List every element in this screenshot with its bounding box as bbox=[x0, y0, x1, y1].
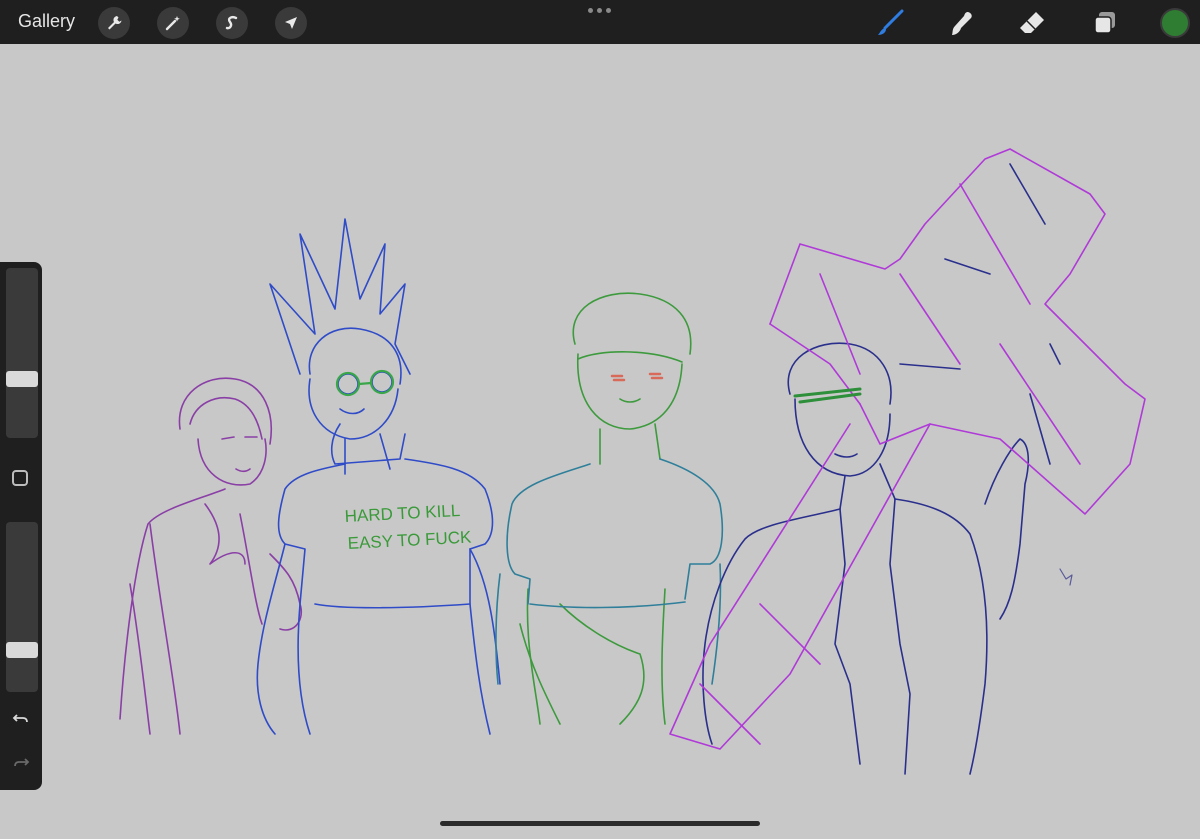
color-picker-button[interactable] bbox=[1160, 8, 1190, 38]
brush-sidebar bbox=[0, 262, 42, 790]
selection-s-icon bbox=[225, 16, 238, 30]
transform-button[interactable] bbox=[275, 7, 307, 39]
sketch-artwork: HARD TO KILL EASY TO FUCK bbox=[119, 148, 1146, 775]
actions-button[interactable] bbox=[98, 7, 130, 39]
redo-button[interactable] bbox=[8, 750, 34, 776]
drawing-canvas[interactable]: HARD TO KILL EASY TO FUCK bbox=[0, 44, 1200, 834]
sketch-cross-details bbox=[899, 163, 1061, 465]
magic-wand-icon bbox=[165, 16, 180, 31]
brush-size-thumb[interactable] bbox=[6, 371, 38, 388]
sketch-mark bbox=[1059, 568, 1073, 586]
eraser-icon bbox=[1020, 12, 1044, 33]
arrow-cursor-icon bbox=[285, 17, 297, 29]
sketch-glasses-suit bbox=[793, 387, 862, 404]
shirt-text-line2: EASY TO FUCK bbox=[347, 528, 472, 553]
top-toolbar: Gallery bbox=[0, 0, 1200, 44]
sketch-blush bbox=[610, 372, 664, 382]
gallery-button[interactable]: Gallery bbox=[18, 11, 75, 32]
sketch-figure-green bbox=[519, 292, 692, 725]
sketch-figure-purple bbox=[119, 377, 302, 735]
adjustments-button[interactable] bbox=[157, 7, 189, 39]
selection-button[interactable] bbox=[216, 7, 248, 39]
opacity-thumb[interactable] bbox=[6, 642, 38, 659]
sketch-figure-navy-suit bbox=[702, 342, 1030, 775]
wrench-icon bbox=[108, 16, 122, 30]
home-indicator[interactable] bbox=[440, 821, 760, 826]
brush-size-slider[interactable] bbox=[6, 268, 38, 438]
sketch-cross-magenta bbox=[669, 148, 1146, 750]
redo-icon bbox=[14, 758, 30, 767]
layers-icon bbox=[1094, 12, 1115, 34]
brush-icon bbox=[878, 9, 904, 35]
undo-button[interactable] bbox=[8, 706, 34, 732]
eraser-button[interactable] bbox=[1015, 6, 1049, 40]
shirt-text-line1: HARD TO KILL bbox=[344, 501, 460, 526]
smudge-icon bbox=[952, 12, 972, 35]
smudge-button[interactable] bbox=[944, 6, 978, 40]
modify-button[interactable] bbox=[12, 470, 28, 486]
opacity-slider[interactable] bbox=[6, 522, 38, 692]
brush-button[interactable] bbox=[873, 6, 907, 40]
undo-icon bbox=[12, 714, 28, 723]
toolbar-grip-handle[interactable] bbox=[588, 8, 611, 13]
sketch-figure-blue-spiky bbox=[256, 218, 501, 735]
layers-button[interactable] bbox=[1087, 6, 1121, 40]
